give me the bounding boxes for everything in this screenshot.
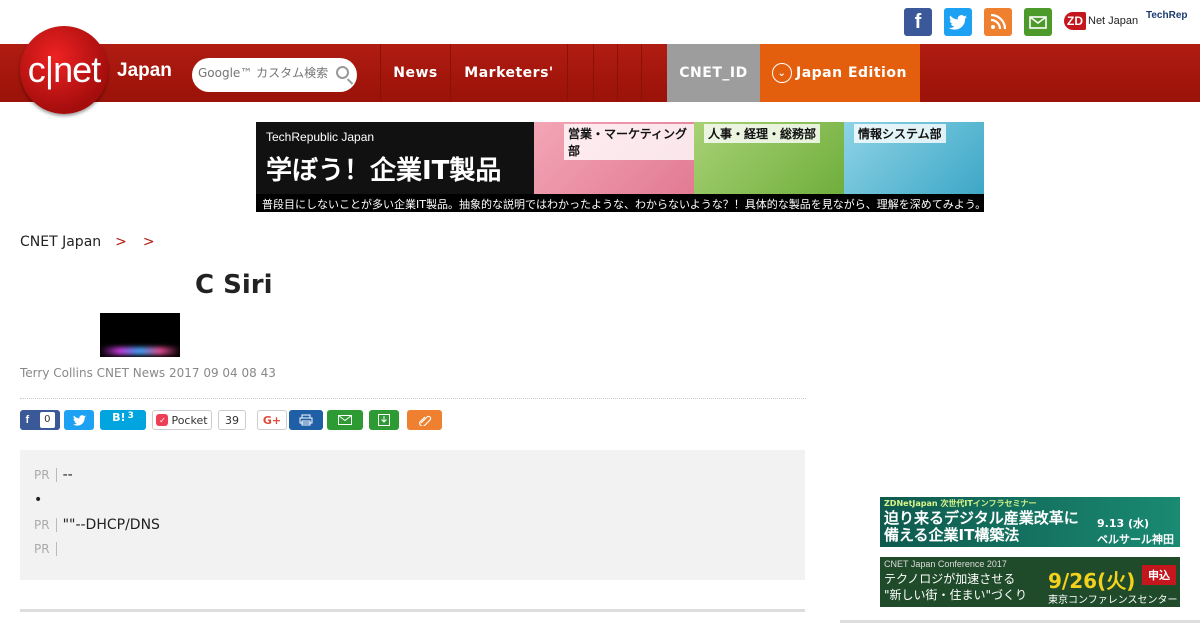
clip-button[interactable] (407, 410, 442, 430)
hatena-count: 3 (127, 411, 134, 421)
banner-panel-title: 人事・経理・総務部 (704, 124, 821, 143)
breadcrumb-separator: > (142, 234, 155, 250)
facebook-share-count: 0 (40, 412, 55, 428)
pocket-count: 39 (218, 410, 246, 430)
share-pocket-button[interactable]: ✓ Pocket (152, 410, 212, 430)
share-twitter-button[interactable] (64, 410, 94, 430)
conference-ad[interactable]: CNET Japan Conference 2017 テクノロジが加速させる "… (880, 557, 1180, 607)
pr-link-text: ""--DHCP/DNS (62, 517, 160, 533)
related-link[interactable]: • (34, 492, 50, 508)
breadcrumb: CNET Japan > > (20, 234, 163, 250)
nav-item-2[interactable] (593, 44, 617, 102)
pr-tag: PR (34, 542, 57, 556)
ad-date: 9.13 (水) ベルサール神田 (1097, 515, 1174, 547)
banner-tagline: 普段目にしないことが多い企業IT製品。抽象的な説明ではわかったような、わからない… (256, 194, 984, 212)
nav-japan-edition[interactable]: ⌄ Japan Edition (760, 44, 920, 102)
paperclip-icon (418, 415, 431, 426)
pr-link-text: -- (62, 467, 73, 483)
zdnet-japan-link[interactable]: ZD Net Japan (1064, 8, 1138, 34)
breadcrumb-home[interactable]: CNET Japan (20, 234, 101, 250)
share-hatena-button[interactable]: B! 3 (100, 410, 146, 430)
search-icon[interactable] (336, 66, 349, 79)
pr-link[interactable]: PR (34, 542, 63, 556)
facebook-icon: f (25, 414, 30, 426)
mail-icon[interactable] (1024, 8, 1052, 36)
chevron-down-icon: ⌄ (772, 63, 792, 83)
ad-date-text: 9.13 (水) (1097, 517, 1150, 530)
nav-item-1[interactable] (567, 44, 593, 102)
nav-item-3[interactable] (617, 44, 641, 102)
zdnet-japan-label: Net Japan (1088, 15, 1139, 27)
rss-icon[interactable] (984, 8, 1012, 36)
ad-headline-line: "新しい街・住まい"づくり (884, 588, 1028, 602)
main-nav: c|net Japan News Marketers' CNET_ID ⌄ Ja… (0, 26, 1200, 114)
share-facebook-button[interactable]: f 0 (20, 410, 60, 430)
banner-panel-hr: 人事・経理・総務部 (694, 122, 844, 196)
bullet-icon: • (34, 492, 43, 508)
hatena-icon: B! (112, 411, 126, 424)
ad-venue-text: ベルサール神田 (1097, 533, 1174, 546)
banner-ad[interactable]: TechRepublic Japan 学ぼう！企業IT製品 営業・マーケティング… (256, 122, 984, 212)
save-button[interactable] (369, 410, 399, 430)
techrepublic-link[interactable]: TechRep (1146, 10, 1188, 21)
cnet-logo[interactable]: c|net (20, 26, 108, 114)
ad-small-text: ZDNetJapan 次世代ITインフラセミナー (884, 499, 1037, 508)
email-button[interactable] (327, 410, 363, 430)
pr-tag: PR (34, 518, 57, 532)
banner-panel-title: 営業・マーケティング部 (564, 124, 694, 160)
edition-label: Japan Edition (796, 65, 907, 81)
ad-small-text: CNET Japan Conference 2017 (884, 559, 1007, 569)
article-byline: Terry Collins CNET News 2017 09 04 08 43 (20, 366, 276, 380)
ad-headline-line: 備える企業IT構築法 (884, 526, 1020, 544)
banner-panel-title: 情報システム部 (854, 124, 946, 143)
pocket-icon: ✓ (156, 414, 169, 426)
apply-button[interactable]: 申込 (1142, 565, 1176, 585)
nav-item-4[interactable] (641, 44, 667, 102)
ad-headline-line: テクノロジが加速させる (884, 572, 1016, 586)
banner-panel-is: 情報システム部 (844, 122, 984, 196)
pr-link[interactable]: PR -- (34, 467, 73, 483)
pr-tag: PR (34, 468, 57, 482)
ad-headline: 迫り来るデジタル産業改革に 備える企業IT構築法 (884, 510, 1079, 544)
article-title: C Siri (195, 270, 273, 300)
banner-headline: 学ぼう！企業IT製品 (266, 156, 502, 186)
facebook-icon[interactable]: f (904, 8, 932, 36)
download-icon (378, 414, 390, 426)
article-thumbnail (100, 313, 180, 357)
ad-venue-text: 東京コンファレンスセンター (1048, 595, 1178, 606)
pr-link[interactable]: PR ""--DHCP/DNS (34, 517, 160, 533)
search-input[interactable] (198, 66, 328, 80)
nav-cnet-id[interactable]: CNET_ID (667, 44, 760, 102)
twitter-icon[interactable] (944, 8, 972, 36)
ad-date-text: 9/26(火) (1048, 569, 1136, 593)
search-box (192, 58, 357, 92)
banner-panel-sales: 営業・マーケティング部 (534, 122, 694, 196)
print-button[interactable] (289, 410, 323, 430)
print-icon (299, 414, 313, 426)
seminar-ad[interactable]: ZDNetJapan 次世代ITインフラセミナー 迫り来るデジタル産業改革に 備… (880, 497, 1180, 547)
divider (840, 620, 1200, 623)
nav-news[interactable]: News (380, 44, 450, 102)
mail-icon (338, 415, 352, 425)
zdnet-logo: ZD (1064, 12, 1086, 30)
twitter-icon (72, 414, 86, 426)
nav-marketers[interactable]: Marketers' (450, 44, 567, 102)
banner-brand: TechRepublic Japan (266, 130, 375, 144)
share-google-plus-button[interactable]: G+ (257, 410, 287, 430)
pr-links-box: PR -- • PR ""--DHCP/DNS PR (20, 450, 805, 580)
pocket-label: Pocket (171, 413, 208, 427)
breadcrumb-separator: > (115, 234, 127, 250)
divider (20, 398, 806, 399)
top-social-bar: f ZD Net Japan TechRep (0, 0, 1200, 44)
japan-label: Japan (117, 60, 172, 81)
ad-headline-line: 迫り来るデジタル産業改革に (884, 509, 1079, 527)
ad-headline: テクノロジが加速させる "新しい街・住まい"づくり (884, 571, 1027, 603)
divider (20, 609, 805, 612)
